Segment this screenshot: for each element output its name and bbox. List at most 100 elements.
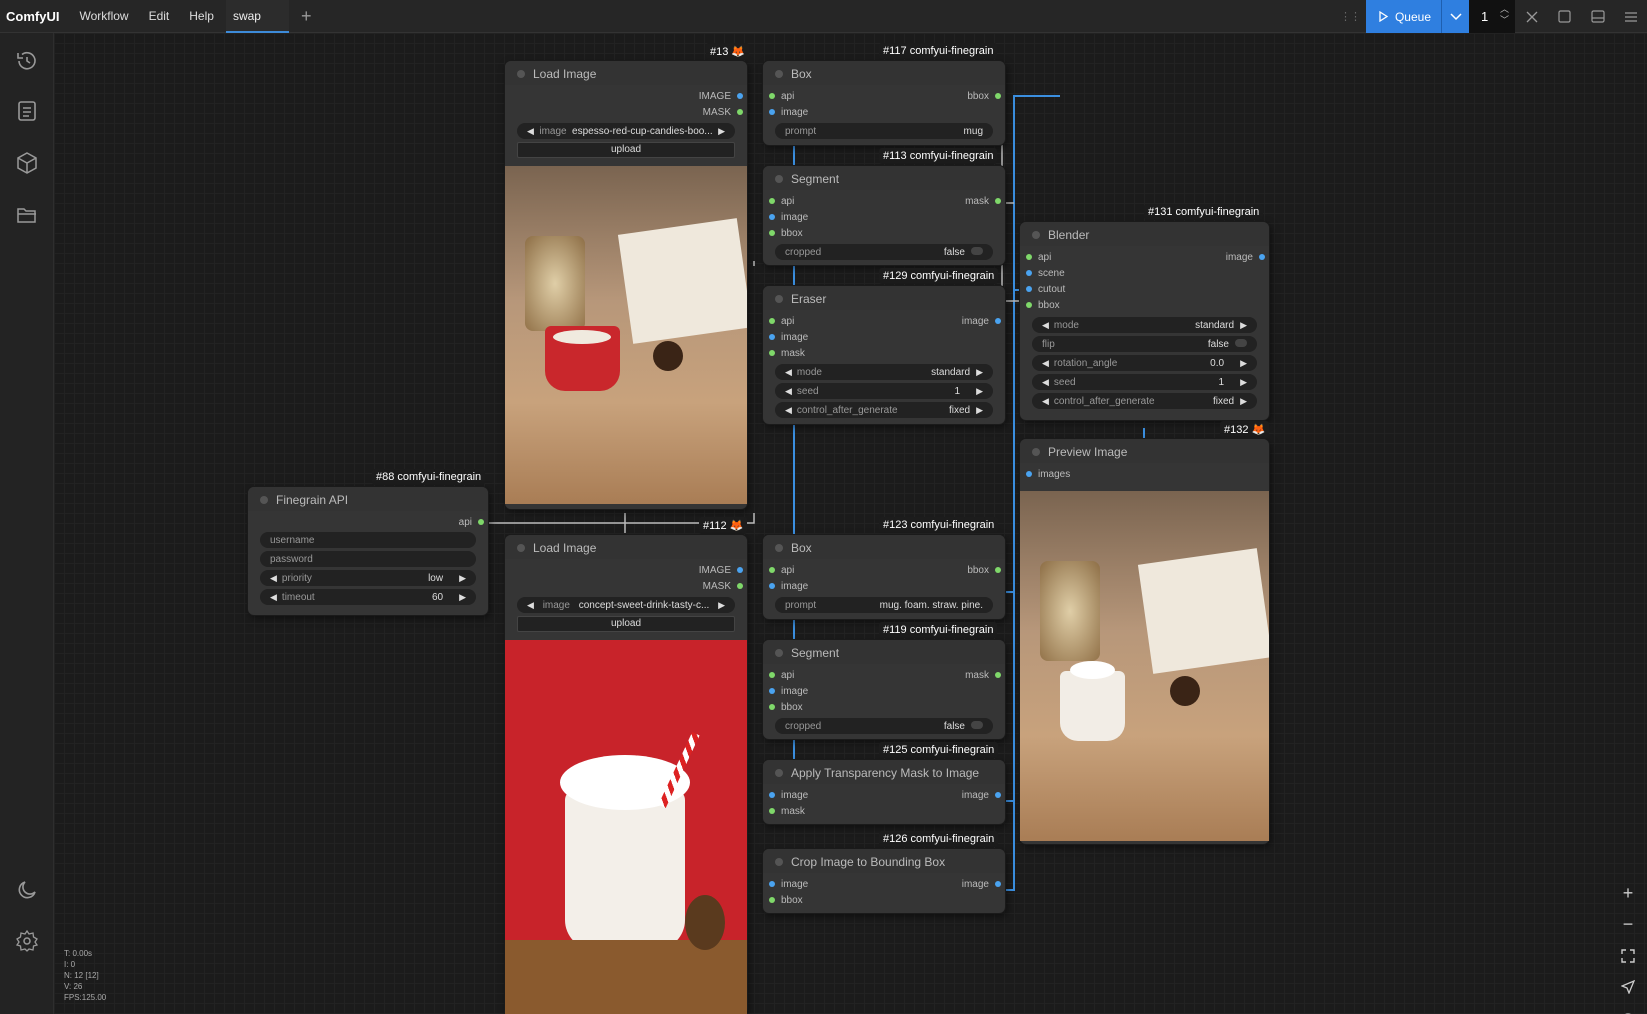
crop-image-bbox-node[interactable]: Crop Image to Bounding Box image bbox im…	[763, 849, 1005, 913]
stepper-arrows-icon[interactable]: ︿ ﹀	[1500, 4, 1509, 26]
input-slot-dot[interactable]	[769, 93, 775, 99]
finegrain-api-node[interactable]: Finegrain API api username password ◀ pri…	[248, 487, 488, 615]
select-mode-pointer-icon[interactable]	[1609, 971, 1647, 1002]
input-slot-dot[interactable]	[769, 350, 775, 356]
input-slot-dot[interactable]	[769, 567, 775, 573]
priority-combo-widget[interactable]: ◀ priority low ▶	[260, 570, 476, 586]
output-slot-dot[interactable]	[737, 583, 743, 589]
preview-image-node[interactable]: Preview Image images	[1020, 439, 1269, 844]
flip-toggle-widget[interactable]: flip false	[1032, 336, 1257, 352]
output-slot-dot[interactable]	[478, 519, 484, 525]
queue-dropdown-chevron-icon[interactable]	[1441, 0, 1469, 33]
cropped-toggle-widget[interactable]: cropped false	[775, 718, 993, 734]
preview-output-image	[1020, 491, 1269, 841]
rotation-angle-widget[interactable]: ◀ rotation_angle 0.0 ▶	[1032, 355, 1257, 371]
input-slot-dot[interactable]	[1026, 286, 1032, 292]
apply-transparency-mask-node[interactable]: Apply Transparency Mask to Image image m…	[763, 760, 1005, 824]
input-slot-dot[interactable]	[1026, 270, 1032, 276]
menu-workflow[interactable]: Workflow	[69, 9, 138, 23]
input-slot-dot[interactable]	[769, 583, 775, 589]
output-api-label: api	[458, 517, 472, 528]
focus-mode-icon[interactable]	[1548, 0, 1581, 33]
seed-number-widget[interactable]: ◀ seed 1 ▶	[775, 383, 993, 399]
theme-moon-icon[interactable]	[15, 878, 39, 902]
menu-help[interactable]: Help	[179, 9, 224, 23]
zoom-in-plus-icon[interactable]: +	[1609, 878, 1647, 909]
input-slot-dot[interactable]	[769, 672, 775, 678]
blender-node[interactable]: Blender api scene cutout bbox image ◀ mod…	[1020, 222, 1269, 420]
box-node-1[interactable]: Box api image bbox prompt mug	[763, 61, 1005, 145]
output-slot-dot[interactable]	[995, 792, 1001, 798]
workflows-folder-icon[interactable]	[15, 203, 39, 227]
username-field[interactable]: username	[260, 532, 476, 548]
input-slot-dot[interactable]	[769, 881, 775, 887]
mode-combo-widget[interactable]: ◀ mode standard ▶	[775, 364, 993, 380]
mode-combo-widget[interactable]: ◀ mode standard ▶	[1032, 317, 1257, 333]
input-slot-dot[interactable]	[769, 808, 775, 814]
input-slot-dot[interactable]	[769, 109, 775, 115]
output-slot-dot[interactable]	[995, 198, 1001, 204]
graph-canvas[interactable]: #13 🦊 Load Image IMAGE MASK ◀ image espess…	[54, 33, 1647, 1014]
menu-edit[interactable]: Edit	[139, 9, 180, 23]
input-slot-dot[interactable]	[769, 704, 775, 710]
drag-handle-icon[interactable]: ⋮⋮	[1340, 10, 1361, 23]
input-slot-dot[interactable]	[1026, 302, 1032, 308]
history-icon[interactable]	[15, 49, 39, 73]
input-slot-dot[interactable]	[769, 897, 775, 903]
output-slot-dot[interactable]	[995, 672, 1001, 678]
load-image-node-1[interactable]: Load Image IMAGE MASK ◀ image espesso-red-…	[505, 61, 747, 509]
input-slot-dot[interactable]	[1026, 254, 1032, 260]
tab-swap[interactable]: swap	[225, 0, 289, 33]
image-select-widget[interactable]: ◀ image concept-sweet-drink-tasty-c... ▶	[517, 597, 735, 613]
prompt-widget[interactable]: prompt mug	[775, 123, 993, 139]
segment-node-1[interactable]: Segment api image bbox mask cropped false	[763, 166, 1005, 265]
fit-view-icon[interactable]	[1609, 940, 1647, 971]
output-slot-dot[interactable]	[995, 318, 1001, 324]
output-slot-dot[interactable]	[995, 881, 1001, 887]
output-slot-dot[interactable]	[737, 109, 743, 115]
input-slot-dot[interactable]	[769, 792, 775, 798]
new-tab-plus-icon[interactable]: +	[289, 0, 324, 33]
timeout-number-widget[interactable]: ◀ timeout 60 ▶	[260, 589, 476, 605]
password-field[interactable]: password	[260, 551, 476, 567]
zoom-out-minus-icon[interactable]: −	[1609, 909, 1647, 940]
bottom-panel-icon[interactable]	[1581, 0, 1614, 33]
box-node-2[interactable]: Box api image bbox prompt mug. foam. stra…	[763, 535, 1005, 619]
input-slot-dot[interactable]	[1026, 471, 1032, 477]
output-slot-dot[interactable]	[737, 93, 743, 99]
eraser-node[interactable]: Eraser api image mask image ◀ mode standar…	[763, 286, 1005, 424]
output-slot-dot[interactable]	[995, 567, 1001, 573]
input-slot-dot[interactable]	[769, 688, 775, 694]
input-slot-dot[interactable]	[769, 334, 775, 340]
input-slot-dot[interactable]	[769, 230, 775, 236]
load-image-node-2[interactable]: Load Image IMAGE MASK ◀ image concept-swee…	[505, 535, 747, 1014]
input-slot-dot[interactable]	[769, 198, 775, 204]
close-icon[interactable]	[1515, 0, 1548, 33]
upload-button[interactable]: upload	[517, 142, 735, 158]
upload-button[interactable]: upload	[517, 616, 735, 632]
output-slot-dot[interactable]	[995, 93, 1001, 99]
segment-node-2[interactable]: Segment api image bbox mask cropped false	[763, 640, 1005, 739]
toggle-links-eye-icon[interactable]	[1609, 1002, 1647, 1014]
input-bbox-label: bbox	[781, 895, 803, 906]
node-library-icon[interactable]	[15, 99, 39, 123]
batch-count-input[interactable]: 1 ︿ ﹀	[1469, 0, 1515, 33]
input-bbox-label: bbox	[781, 702, 803, 713]
loaded-image-preview	[505, 640, 747, 1014]
image-select-widget[interactable]: ◀ image espesso-red-cup-candies-boo... ▶	[517, 123, 735, 139]
input-slot-dot[interactable]	[769, 214, 775, 220]
queue-button[interactable]: Queue	[1366, 0, 1441, 33]
render-stats: T: 0.00s I: 0 N: 12 [12] V: 26 FPS:125.0…	[64, 949, 107, 1002]
output-slot-dot[interactable]	[1259, 254, 1265, 260]
settings-gear-icon[interactable]	[15, 929, 39, 953]
output-slot-dot[interactable]	[737, 567, 743, 573]
control-after-generate-widget[interactable]: ◀ control_after_generate fixed ▶	[1032, 393, 1257, 409]
input-slot-dot[interactable]	[769, 318, 775, 324]
prompt-widget[interactable]: prompt mug. foam. straw. pine.	[775, 597, 993, 613]
hamburger-menu-icon[interactable]	[1614, 0, 1647, 33]
node-title: Preview Image	[1020, 439, 1269, 463]
control-after-generate-widget[interactable]: ◀ control_after_generate fixed ▶	[775, 402, 993, 418]
model-library-cube-icon[interactable]	[15, 151, 39, 175]
cropped-toggle-widget[interactable]: cropped false	[775, 244, 993, 260]
seed-number-widget[interactable]: ◀ seed 1 ▶	[1032, 374, 1257, 390]
